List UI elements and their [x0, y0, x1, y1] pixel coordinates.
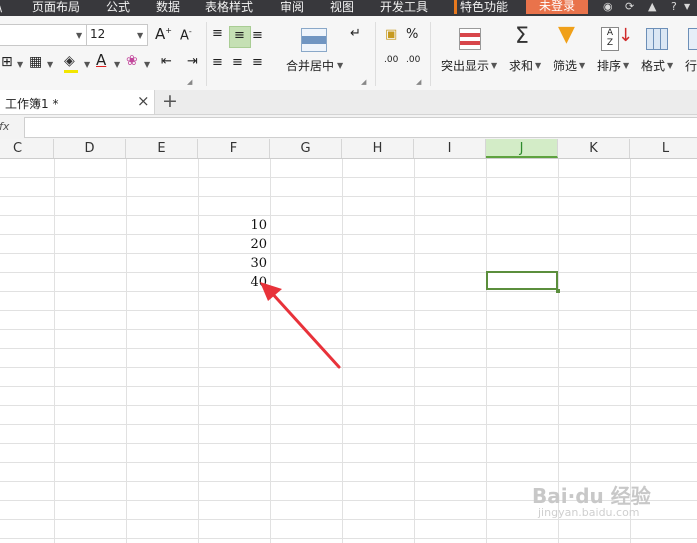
baidu-watermark-url: jingyan.baidu.com: [538, 506, 640, 519]
baidu-watermark: Bai·du 经验: [532, 484, 651, 508]
annotation-arrow-icon: [260, 282, 341, 369]
